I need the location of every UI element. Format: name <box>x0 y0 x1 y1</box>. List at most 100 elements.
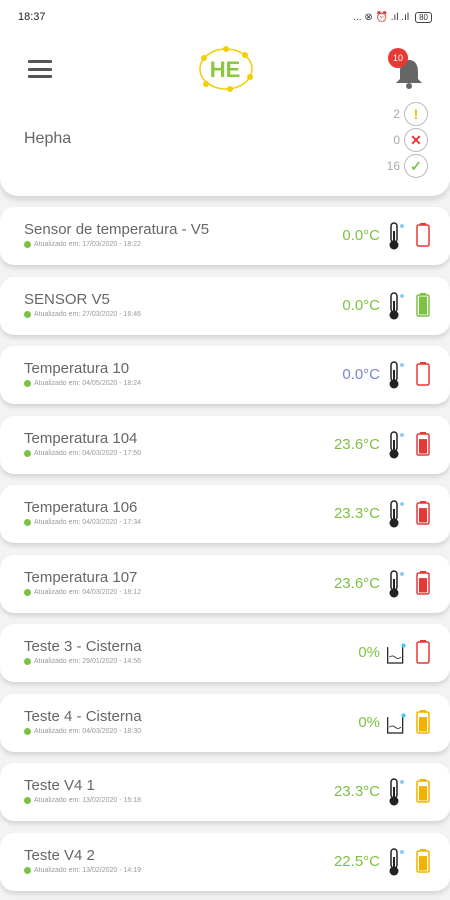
battery-icon <box>416 223 430 247</box>
device-value: 23.6°C <box>333 574 380 592</box>
status-icons: ... ⊗ ⏰ .ıl .ıl 80 <box>353 11 432 23</box>
online-status-dot <box>24 588 31 596</box>
device-value: 23.6°C <box>333 435 380 453</box>
device-name: Teste 4 - Cisterna <box>24 707 142 725</box>
check-icon: ✓ <box>404 154 428 178</box>
counter-error: 0 ✕ <box>382 128 428 152</box>
device-value: 0% <box>358 644 380 661</box>
app-header: HE 10 Hepha 2! 0 ✕ 16 ✓ <box>0 34 450 196</box>
device-card[interactable]: Teste 3 - Cisterna Atualizado em: 29/01/2… <box>0 624 450 682</box>
device-card[interactable]: Teste 4 - Cisterna Atualizado em: 04/03/2… <box>0 693 450 752</box>
updated-text: Atualizado em: 13/02/2020 - 15:18 <box>34 797 142 804</box>
status-time: 18:37 <box>18 11 46 23</box>
device-card[interactable]: Temperatura 104 Atualizado em: 04/03/2020… <box>0 415 450 474</box>
warning-icon: ! <box>404 102 428 126</box>
device-updated: Atualizado em: 04/05/2020 - 18:24 <box>24 380 141 387</box>
hamburger-icon-line <box>28 67 52 71</box>
notifications-button[interactable]: 10 <box>388 48 426 90</box>
updated-text: Atualizado em: 04/03/2020 - 17:34 <box>34 519 142 526</box>
signal-icons: ... ⊗ ⏰ .ıl .ıl <box>353 11 410 23</box>
device-card[interactable]: Temperatura 10 Atualizado em: 04/05/2020 … <box>0 346 450 404</box>
error-icon: ✕ <box>404 128 428 152</box>
updated-text: Atualizado em: 04/03/2020 - 17:50 <box>34 449 142 457</box>
battery-status-icon: 80 <box>415 11 432 23</box>
device-value: 0% <box>358 713 380 731</box>
tank-icon <box>386 638 406 668</box>
device-name: SENSOR V5 <box>24 290 110 308</box>
online-status-dot <box>24 449 31 457</box>
updated-text: Atualizado em: 29/01/2020 - 14:56 <box>34 658 142 665</box>
device-value: 0.0°C <box>342 227 380 244</box>
device-card[interactable]: Temperatura 107 Atualizado em: 04/03/2020… <box>0 554 450 613</box>
device-name: Temperatura 104 <box>24 429 138 447</box>
thermometer-icon <box>386 291 406 321</box>
hamburger-icon-line <box>28 75 52 78</box>
online-status-dot <box>24 727 31 735</box>
updated-text: Atualizado em: 04/03/2020 - 18:30 <box>34 727 142 735</box>
online-status-dot <box>24 310 31 318</box>
device-value: 0.0°C <box>342 296 380 314</box>
device-name: Teste 3 - Cisterna <box>24 638 142 655</box>
device-value: 0.0°C <box>342 366 380 383</box>
battery-icon <box>416 362 430 386</box>
thermometer-icon <box>386 360 406 390</box>
battery-icon <box>416 431 430 456</box>
hamburger-icon-line <box>28 60 52 63</box>
device-card[interactable]: Teste V4 2 Atualizado em: 13/02/2020 - 14… <box>0 832 450 891</box>
online-status-dot <box>24 797 31 804</box>
status-bar: 18:37 ... ⊗ ⏰ .ıl .ıl 80 <box>0 0 450 34</box>
device-value: 22.5°C <box>333 852 380 870</box>
device-updated: Atualizado em: 04/03/2020 - 18:30 <box>24 727 142 735</box>
device-updated: Atualizado em: 29/01/2020 - 14:56 <box>24 658 141 665</box>
thermometer-icon <box>386 847 406 877</box>
online-status-dot <box>24 658 31 665</box>
device-value: 23.3°C <box>333 783 380 800</box>
thermometer-icon <box>386 777 406 807</box>
status-counters: 2! 0 ✕ 16 ✓ <box>382 102 428 178</box>
device-updated: Atualizado em: 04/03/2020 - 17:34 <box>24 519 141 526</box>
battery-icon <box>416 848 430 873</box>
counter-warning: 2! <box>382 102 428 126</box>
thermometer-icon <box>386 499 406 529</box>
device-card[interactable]: SENSOR V5 Atualizado em: 27/03/2020 - 16:… <box>0 276 450 335</box>
counter-check: 16 ✓ <box>382 154 428 178</box>
device-card[interactable]: Temperatura 106 Atualizado em: 04/03/2020… <box>0 485 450 543</box>
device-updated: Atualizado em: 17/03/2020 - 18:22 <box>24 241 141 248</box>
online-status-dot <box>24 380 31 387</box>
app-logo: HE <box>199 46 253 92</box>
device-updated: Atualizado em: 13/02/2020 - 14:19 <box>24 866 142 874</box>
device-name: Sensor de temperatura - V5 <box>24 221 210 238</box>
battery-icon <box>416 501 430 525</box>
device-name: Temperatura 106 <box>24 499 138 516</box>
device-updated: Atualizado em: 04/03/2020 - 17:50 <box>24 449 142 457</box>
battery-icon <box>416 292 430 317</box>
device-updated: Atualizado em: 27/03/2020 - 16:46 <box>24 310 142 318</box>
logo-text: HE <box>210 57 241 82</box>
device-name: Teste V4 2 <box>24 846 95 864</box>
online-status-dot <box>24 241 31 248</box>
battery-icon <box>416 709 430 734</box>
counter-value: 0 <box>393 133 400 147</box>
thermometer-icon <box>386 430 406 460</box>
updated-text: Atualizado em: 13/02/2020 - 14:19 <box>34 866 142 874</box>
online-status-dot <box>24 519 31 526</box>
company-name: Hepha <box>24 130 72 147</box>
updated-text: Atualizado em: 04/03/2020 - 18:12 <box>34 588 142 596</box>
device-card[interactable]: Teste V4 1 Atualizado em: 13/02/2020 - 15… <box>0 763 450 821</box>
battery-icon <box>416 779 430 803</box>
tank-icon <box>386 708 406 738</box>
updated-text: Atualizado em: 04/05/2020 - 18:24 <box>34 380 142 387</box>
device-updated: Atualizado em: 13/02/2020 - 15:18 <box>24 797 141 804</box>
menu-button[interactable] <box>28 60 52 78</box>
device-updated: Atualizado em: 04/03/2020 - 18:12 <box>24 588 142 596</box>
thermometer-icon <box>386 221 406 251</box>
notification-count-badge: 10 <box>388 48 408 68</box>
updated-text: Atualizado em: 27/03/2020 - 16:46 <box>34 310 142 318</box>
counter-value: 16 <box>386 159 400 173</box>
device-name: Temperatura 107 <box>24 568 138 586</box>
device-name: Teste V4 1 <box>24 777 95 794</box>
battery-icon <box>416 570 430 595</box>
thermometer-icon <box>386 569 406 599</box>
device-value: 23.3°C <box>333 505 380 522</box>
device-card[interactable]: Sensor de temperatura - V5 Atualizado em:… <box>0 207 450 265</box>
